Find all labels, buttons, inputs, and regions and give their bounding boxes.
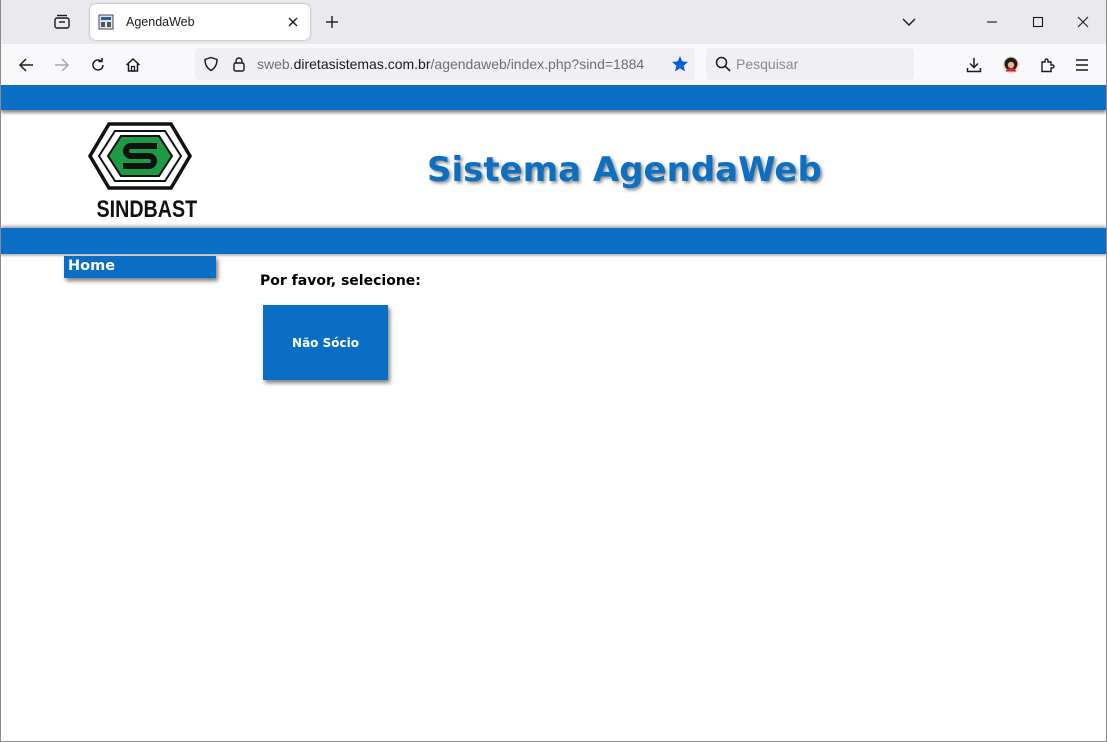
nav-blue-band [1, 228, 1106, 254]
page-header: SINDBAST Sistema AgendaWeb [1, 110, 1106, 228]
sindbast-logo: SINDBAST [87, 122, 198, 226]
navigation-toolbar: sweb.diretasistemas.com.br/agendaweb/ind… [1, 44, 1106, 85]
extensions-puzzle-icon[interactable] [1034, 52, 1060, 78]
url-path: /agendaweb/index.php?sind=1884 [430, 56, 645, 72]
close-window-icon[interactable] [1069, 8, 1097, 36]
web-page: SINDBAST Sistema AgendaWeb Home Por favo… [1, 85, 1106, 741]
site-favicon-icon [98, 14, 114, 30]
top-blue-band [1, 85, 1106, 110]
maximize-icon[interactable] [1024, 8, 1052, 36]
new-tab-icon[interactable] [320, 10, 344, 34]
address-bar[interactable]: sweb.diretasistemas.com.br/agendaweb/ind… [195, 48, 695, 80]
sindbast-logo-emblem-icon [87, 122, 193, 190]
tab-strip: AgendaWeb [1, 0, 1106, 44]
page-title: Sistema AgendaWeb [427, 150, 822, 190]
tab-manager-icon[interactable] [49, 10, 75, 34]
forward-arrow-icon[interactable] [49, 52, 75, 78]
bookmark-star-icon[interactable] [671, 55, 689, 73]
downloads-icon[interactable] [961, 52, 987, 78]
tab-agendaweb[interactable]: AgendaWeb [90, 4, 310, 40]
reload-icon[interactable] [85, 52, 111, 78]
lock-icon[interactable] [231, 56, 247, 72]
search-icon [715, 56, 731, 72]
url-text[interactable]: sweb.diretasistemas.com.br/agendaweb/ind… [257, 56, 644, 72]
account-avatar-icon[interactable] [998, 52, 1024, 78]
logo-text: SINDBAST [96, 196, 198, 223]
search-bar[interactable] [706, 48, 914, 80]
browser-window: AgendaWeb sweb.diretasistemas.com.br/age… [0, 0, 1107, 742]
close-tab-icon[interactable] [284, 13, 302, 31]
back-arrow-icon[interactable] [13, 52, 39, 78]
selection-prompt: Por favor, selecione: [260, 273, 421, 289]
menu-item-home[interactable]: Home [64, 256, 216, 278]
tracking-protection-shield-icon[interactable] [203, 56, 219, 72]
tab-title: AgendaWeb [126, 15, 195, 29]
url-host: diretasistemas.com.br [293, 56, 431, 72]
hamburger-menu-icon[interactable] [1069, 52, 1095, 78]
url-prefix: sweb. [257, 56, 294, 72]
home-icon[interactable] [120, 52, 146, 78]
nao-socio-button[interactable]: Não Sócio [263, 305, 388, 380]
minimize-icon[interactable] [978, 8, 1006, 36]
nao-socio-button-label: Não Sócio [292, 335, 359, 350]
chevron-down-icon[interactable] [897, 10, 921, 34]
search-input[interactable] [736, 54, 906, 74]
